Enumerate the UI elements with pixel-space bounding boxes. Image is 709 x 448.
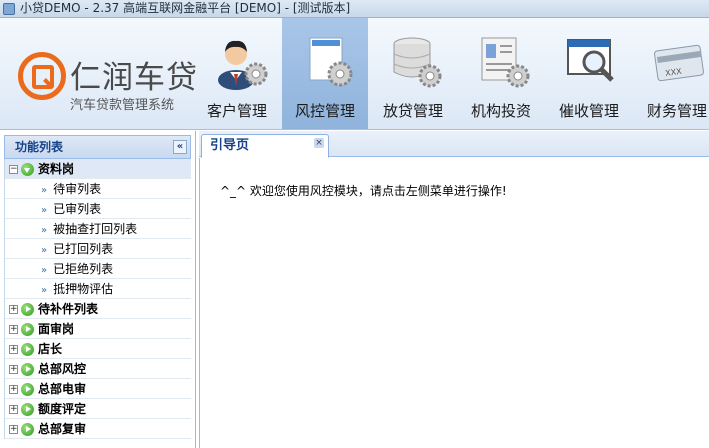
tree-item-pending[interactable]: » 待审列表 <box>5 179 191 199</box>
collapse-icon[interactable]: « <box>173 140 187 154</box>
expanded-arrow-icon <box>21 163 34 176</box>
tab-strip: 引导页 × <box>199 131 709 158</box>
play-arrow-icon <box>21 403 34 416</box>
nav-label-risk-control: 风控管理 <box>294 102 355 120</box>
play-arrow-icon <box>21 343 34 356</box>
app-icon <box>3 3 15 15</box>
double-chevron-icon: » <box>41 225 48 236</box>
tree-group-credit-limit[interactable]: + 额度评定 <box>5 399 191 419</box>
tree-group-hq-final-review[interactable]: + 总部复审 <box>5 419 191 439</box>
expand-toggle-icon[interactable]: + <box>9 405 18 414</box>
window-titlebar: 小贷DEMO - 2.37 高端互联网金融平台 [DEMO] - [测试版本] <box>0 0 709 18</box>
expand-toggle-icon[interactable]: + <box>9 425 18 434</box>
close-icon[interactable]: × <box>314 138 324 148</box>
nav-customer[interactable]: 客户管理 <box>194 18 280 129</box>
tree-group-label: 店长 <box>38 342 63 356</box>
expand-toggle-icon[interactable]: + <box>9 305 18 314</box>
tree-item-collateral[interactable]: » 抵押物评估 <box>5 279 191 299</box>
tree-item-label: 抵押物评估 <box>53 282 114 296</box>
double-chevron-icon: » <box>41 265 48 276</box>
nav-risk-control[interactable]: 风控管理 <box>282 18 368 129</box>
play-arrow-icon <box>21 303 34 316</box>
expand-toggle-icon[interactable]: + <box>9 385 18 394</box>
collapse-toggle-icon[interactable]: − <box>9 165 18 174</box>
tree-item-label: 已打回列表 <box>53 242 114 256</box>
tab-guide[interactable]: 引导页 × <box>201 134 329 158</box>
double-chevron-icon: » <box>41 285 48 296</box>
sidebar-header: 功能列表 « <box>4 135 191 159</box>
tree-group-interview[interactable]: + 面审岗 <box>5 319 191 339</box>
tree-group-manager[interactable]: + 店长 <box>5 339 191 359</box>
tree-group-label: 总部风控 <box>38 362 87 376</box>
tree-group-hq-phone-review[interactable]: + 总部电审 <box>5 379 191 399</box>
expand-toggle-icon[interactable]: + <box>9 365 18 374</box>
tree-item-spot-check-returned[interactable]: » 被抽查打回列表 <box>5 219 191 239</box>
tree-item-label: 被抽查打回列表 <box>53 222 138 236</box>
tree-item-returned[interactable]: » 已打回列表 <box>5 239 191 259</box>
customer-icon <box>218 40 268 90</box>
tree-group-label: 额度评定 <box>38 402 87 416</box>
tree-group-label: 总部复审 <box>38 422 87 436</box>
play-arrow-icon <box>21 363 34 376</box>
double-chevron-icon: » <box>41 245 48 256</box>
play-arrow-icon <box>21 383 34 396</box>
collection-icon <box>567 39 614 82</box>
nav-label-collection: 催收管理 <box>558 102 619 120</box>
tree-group-label: 待补件列表 <box>38 302 99 316</box>
tree-group-data-post[interactable]: − 资料岗 <box>5 159 191 179</box>
tree-item-label: 已拒绝列表 <box>53 262 114 276</box>
institution-icon <box>481 37 530 88</box>
tree-group-label: 资料岗 <box>38 162 75 176</box>
window-title: 小贷DEMO - 2.37 高端互联网金融平台 [DEMO] - [测试版本] <box>20 1 351 15</box>
tree-item-label: 待审列表 <box>53 182 102 196</box>
tab-content: ^_^ 欢迎您使用风控模块，请点击左侧菜单进行操作! <box>199 158 709 448</box>
brand-logo-icon <box>18 52 66 100</box>
risk-control-icon <box>309 37 353 87</box>
main-panel: 引导页 × ^_^ 欢迎您使用风控模块，请点击左侧菜单进行操作! <box>199 131 709 448</box>
play-arrow-icon <box>21 423 34 436</box>
expand-toggle-icon[interactable]: + <box>9 325 18 334</box>
sidebar-title: 功能列表 <box>15 140 64 154</box>
nav-institution[interactable]: 机构投资 <box>458 18 544 129</box>
nav-loan[interactable]: 放贷管理 <box>370 18 456 129</box>
function-sidebar: 功能列表 « − 资料岗 » 待审列表 » 已审列表 » 被抽查打回列表 » 已打回列表 … <box>0 131 196 448</box>
finance-card-icon: XXX <box>654 44 704 82</box>
brand-name: 仁润车贷 <box>70 60 198 96</box>
nav-finance[interactable]: XXX 财务管理 <box>634 18 709 129</box>
tree-group-label: 总部电审 <box>38 382 87 396</box>
double-chevron-icon: » <box>41 185 48 196</box>
nav-label-finance: 财务管理 <box>646 102 707 120</box>
expand-toggle-icon[interactable]: + <box>9 345 18 354</box>
tree-item-label: 已审列表 <box>53 202 102 216</box>
tab-label: 引导页 <box>210 138 250 153</box>
double-chevron-icon: » <box>41 205 48 216</box>
nav-label-institution: 机构投资 <box>470 102 531 120</box>
play-arrow-icon <box>21 323 34 336</box>
tree-group-hq-risk[interactable]: + 总部风控 <box>5 359 191 379</box>
tree-group-supplement[interactable]: + 待补件列表 <box>5 299 191 319</box>
function-tree: − 资料岗 » 待审列表 » 已审列表 » 被抽查打回列表 » 已打回列表 » 已拒绝列表 … <box>4 159 191 439</box>
tree-group-label: 面审岗 <box>38 322 75 336</box>
nav-collection[interactable]: 催收管理 <box>546 18 632 129</box>
nav-label-customer: 客户管理 <box>206 102 267 120</box>
top-nav: 客户管理 风控管理 放贷管理 机构投资 催收管理 XXX 财务管理 <box>194 18 709 129</box>
brand-subtitle: 汽车贷款管理系统 <box>70 98 175 113</box>
loan-database-icon <box>393 37 442 88</box>
app-header: 仁润车贷 汽车贷款管理系统 客户管理 风控管理 放贷管理 机构投资 催收管理 X… <box>0 18 709 130</box>
tree-item-rejected[interactable]: » 已拒绝列表 <box>5 259 191 279</box>
nav-label-loan: 放贷管理 <box>382 102 443 120</box>
welcome-message: ^_^ 欢迎您使用风控模块，请点击左侧菜单进行操作! <box>220 184 507 198</box>
tree-item-reviewed[interactable]: » 已审列表 <box>5 199 191 219</box>
